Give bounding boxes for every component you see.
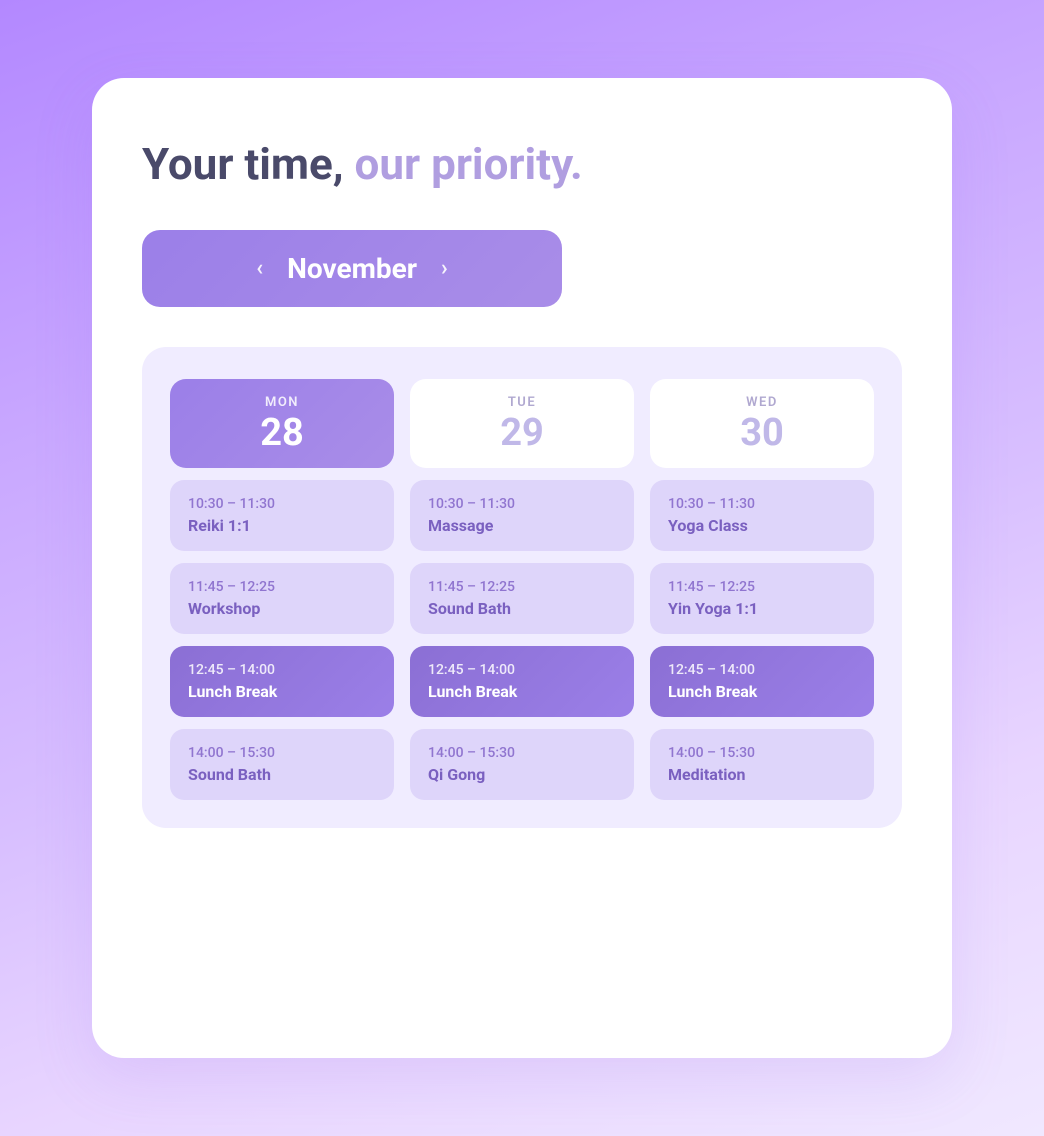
event-name: Yoga Class bbox=[668, 516, 856, 535]
event-name: Workshop bbox=[188, 599, 376, 618]
day-number-mon: 28 bbox=[186, 414, 378, 452]
event-time: 10:30 – 11:30 bbox=[428, 496, 616, 512]
day-header-tue: TUE 29 bbox=[410, 379, 634, 468]
day-name-wed: WED bbox=[666, 395, 858, 410]
event-card[interactable]: 11:45 – 12:25 Workshop bbox=[170, 563, 394, 634]
event-card[interactable]: 10:30 – 11:30 Massage bbox=[410, 480, 634, 551]
event-card[interactable]: 14:00 – 15:30 Sound Bath bbox=[170, 729, 394, 800]
column-mon: MON 28 10:30 – 11:30 Reiki 1:1 11:45 – 1… bbox=[170, 379, 394, 800]
main-card: Your time, our priority. ‹ November › MO… bbox=[92, 78, 952, 1058]
event-card[interactable]: 10:30 – 11:30 Reiki 1:1 bbox=[170, 480, 394, 551]
event-time: 10:30 – 11:30 bbox=[188, 496, 376, 512]
column-tue: TUE 29 10:30 – 11:30 Massage 11:45 – 12:… bbox=[410, 379, 634, 800]
event-name: Lunch Break bbox=[428, 682, 616, 701]
month-nav[interactable]: ‹ November › bbox=[142, 230, 562, 307]
event-time: 14:00 – 15:30 bbox=[188, 745, 376, 761]
headline: Your time, our priority. bbox=[142, 138, 902, 190]
event-card[interactable]: 10:30 – 11:30 Yoga Class bbox=[650, 480, 874, 551]
event-name: Yin Yoga 1:1 bbox=[668, 599, 856, 618]
event-time: 11:45 – 12:25 bbox=[668, 579, 856, 595]
event-card-lunch[interactable]: 12:45 – 14:00 Lunch Break bbox=[410, 646, 634, 717]
schedule-area: MON 28 10:30 – 11:30 Reiki 1:1 11:45 – 1… bbox=[142, 347, 902, 828]
day-name-mon: MON bbox=[186, 395, 378, 410]
day-name-tue: TUE bbox=[426, 395, 618, 410]
event-card[interactable]: 11:45 – 12:25 Yin Yoga 1:1 bbox=[650, 563, 874, 634]
event-time: 12:45 – 14:00 bbox=[428, 662, 616, 678]
event-time: 14:00 – 15:30 bbox=[668, 745, 856, 761]
column-wed: WED 30 10:30 – 11:30 Yoga Class 11:45 – … bbox=[650, 379, 874, 800]
event-name: Massage bbox=[428, 516, 616, 535]
day-header-mon: MON 28 bbox=[170, 379, 394, 468]
event-card[interactable]: 14:00 – 15:30 Meditation bbox=[650, 729, 874, 800]
month-label: November bbox=[287, 252, 417, 285]
event-name: Sound Bath bbox=[188, 765, 376, 784]
event-name: Meditation bbox=[668, 765, 856, 784]
event-time: 10:30 – 11:30 bbox=[668, 496, 856, 512]
event-name: Reiki 1:1 bbox=[188, 516, 376, 535]
event-time: 12:45 – 14:00 bbox=[188, 662, 376, 678]
headline-part1: Your time, bbox=[142, 138, 344, 190]
next-month-arrow[interactable]: › bbox=[441, 256, 448, 281]
event-name: Lunch Break bbox=[188, 682, 376, 701]
event-card-lunch[interactable]: 12:45 – 14:00 Lunch Break bbox=[170, 646, 394, 717]
day-number-tue: 29 bbox=[426, 414, 618, 452]
event-time: 12:45 – 14:00 bbox=[668, 662, 856, 678]
event-name: Qi Gong bbox=[428, 765, 616, 784]
headline-part2: our priority. bbox=[344, 138, 583, 190]
event-name: Lunch Break bbox=[668, 682, 856, 701]
event-time: 11:45 – 12:25 bbox=[188, 579, 376, 595]
event-card[interactable]: 11:45 – 12:25 Sound Bath bbox=[410, 563, 634, 634]
day-number-wed: 30 bbox=[666, 414, 858, 452]
schedule-grid: MON 28 10:30 – 11:30 Reiki 1:1 11:45 – 1… bbox=[170, 379, 874, 800]
event-time: 14:00 – 15:30 bbox=[428, 745, 616, 761]
event-time: 11:45 – 12:25 bbox=[428, 579, 616, 595]
prev-month-arrow[interactable]: ‹ bbox=[256, 256, 263, 281]
event-name: Sound Bath bbox=[428, 599, 616, 618]
event-card[interactable]: 14:00 – 15:30 Qi Gong bbox=[410, 729, 634, 800]
event-card-lunch[interactable]: 12:45 – 14:00 Lunch Break bbox=[650, 646, 874, 717]
day-header-wed: WED 30 bbox=[650, 379, 874, 468]
